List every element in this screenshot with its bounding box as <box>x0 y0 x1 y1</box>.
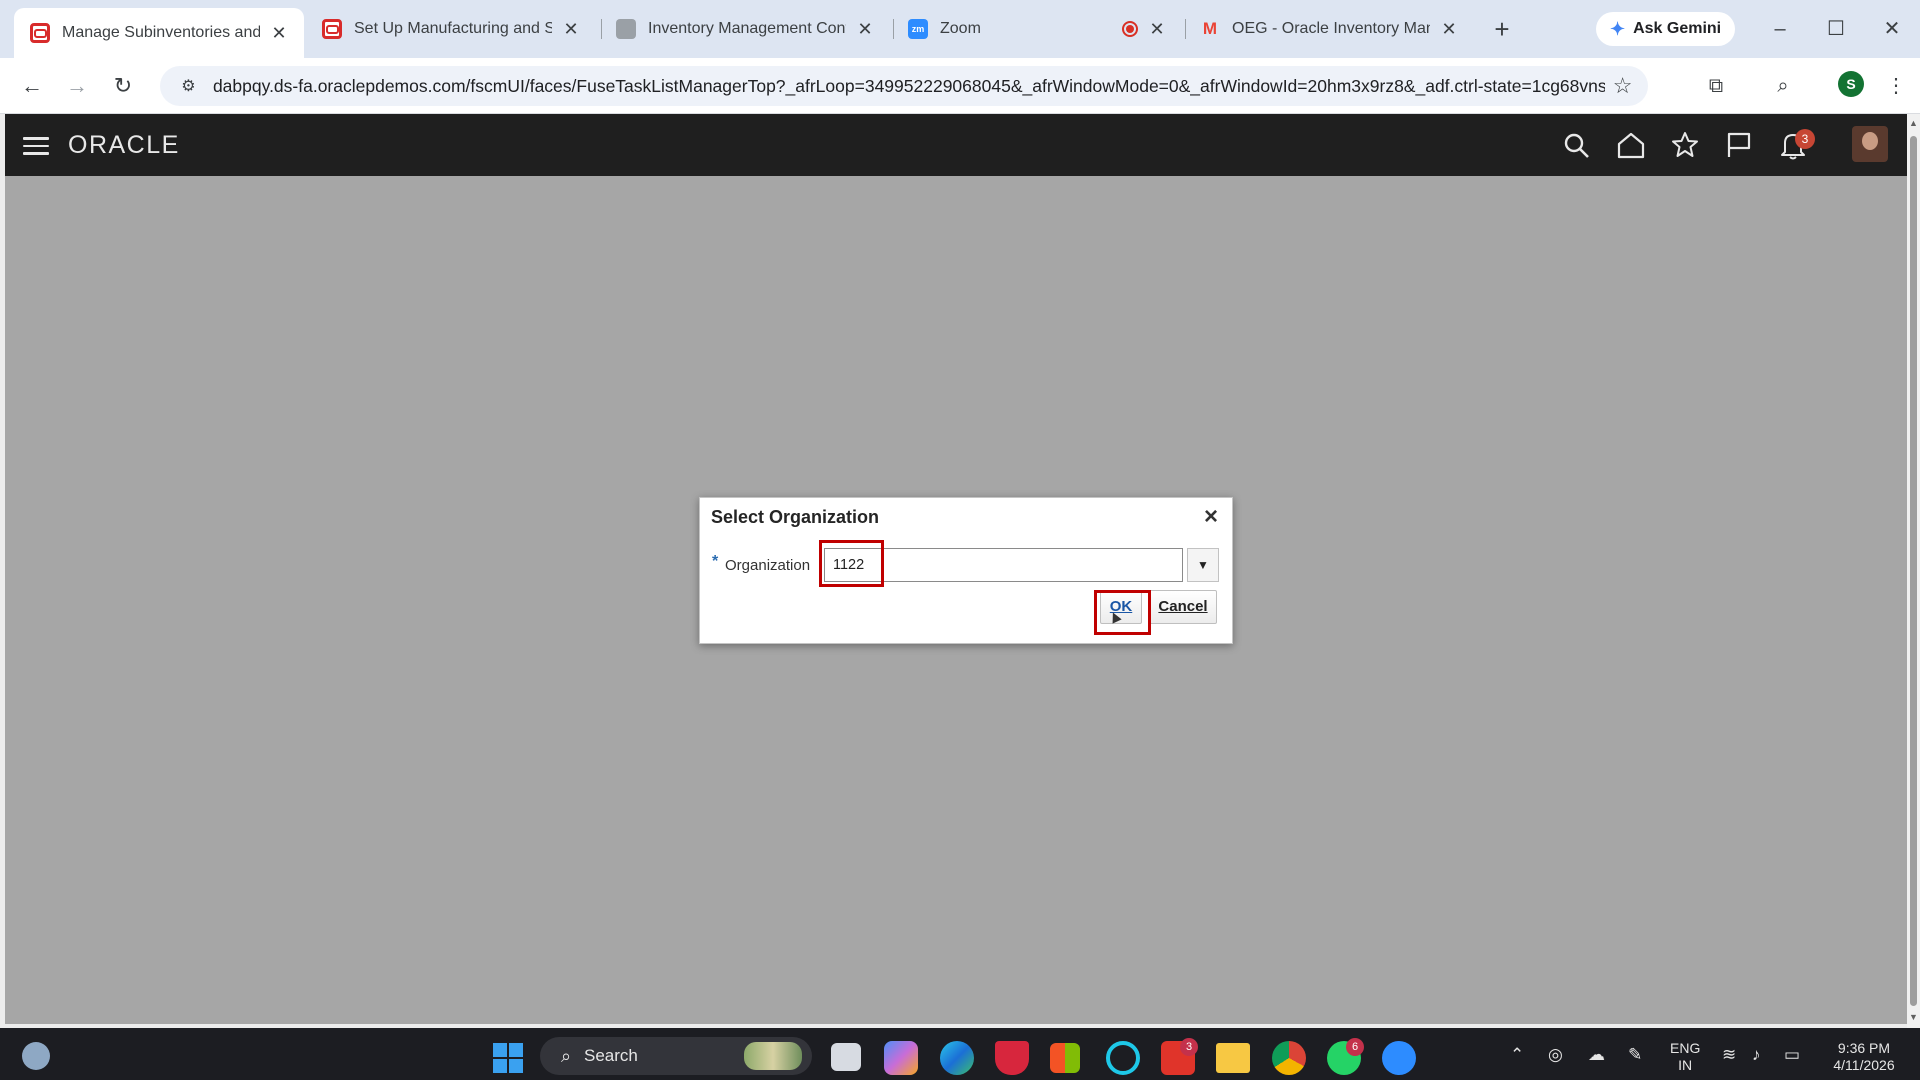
sync-icon[interactable]: ◎ <box>1548 1045 1563 1065</box>
language-code: ENG <box>1670 1040 1701 1056</box>
new-tab-button[interactable]: + <box>1486 14 1518 46</box>
bookmark-star-icon[interactable]: ☆ <box>1605 73 1640 99</box>
lens-app-badge: 3 <box>1180 1038 1198 1056</box>
zoom-icon[interactable] <box>1382 1041 1416 1075</box>
battery-icon[interactable]: ▭ <box>1784 1045 1800 1065</box>
dialog-title: Select Organization <box>711 507 880 527</box>
url-text[interactable]: dabpqy.ds-fa.oraclepdemos.com/fscmUI/fac… <box>213 76 1605 97</box>
reload-icon[interactable]: ↻ <box>107 70 139 102</box>
minimize-icon[interactable]: – <box>1760 14 1800 44</box>
hamburger-menu-icon[interactable] <box>23 137 49 155</box>
wifi-icon[interactable]: ≋ <box>1722 1045 1736 1065</box>
chevron-up-icon[interactable]: ⌃ <box>1510 1045 1524 1065</box>
flag-icon[interactable] <box>1723 130 1755 160</box>
notification-count-badge: 3 <box>1795 129 1815 149</box>
cancel-button[interactable]: Cancel <box>1149 590 1217 624</box>
microsoft-store-icon[interactable] <box>1050 1043 1080 1073</box>
oracle-icon <box>30 23 50 43</box>
organization-label: Organization <box>725 557 811 574</box>
search-icon: ⌕ <box>560 1045 572 1066</box>
user-avatar[interactable] <box>1852 126 1888 162</box>
favorites-star-icon[interactable] <box>1669 130 1701 160</box>
close-icon[interactable]: ✕ <box>560 18 582 40</box>
microphone-icon[interactable]: ✎ <box>1628 1045 1642 1065</box>
maximize-icon[interactable]: ☐ <box>1816 14 1856 44</box>
tab-title: Zoom <box>940 20 981 37</box>
more-menu-icon[interactable]: ⋮ <box>1882 72 1910 100</box>
oracle-icon <box>322 19 342 39</box>
home-icon[interactable] <box>1615 130 1647 160</box>
gmail-icon: M <box>1202 19 1218 38</box>
tab-title: Inventory Management Config <box>648 20 846 37</box>
forward-arrow-icon[interactable]: → <box>61 70 93 102</box>
close-icon[interactable]: ✕ <box>268 22 290 44</box>
browser-toolbar: ← → ↻ ⚙ dabpqy.ds-fa.oraclepdemos.com/fs… <box>0 58 1920 114</box>
search-highlight-image <box>744 1042 802 1070</box>
tab-inventory-management-config[interactable]: Inventory Management Config ✕ <box>600 8 890 50</box>
ask-gemini-button[interactable]: ✦ Ask Gemini <box>1596 12 1736 46</box>
tab-title: Set Up Manufacturing and Sup <box>354 20 552 37</box>
extensions-icon[interactable]: ⧉ <box>1702 72 1730 100</box>
tab-title: OEG - Oracle Inventory Manag <box>1232 20 1430 37</box>
scroll-up-arrow-icon[interactable]: ▲ <box>1907 118 1920 128</box>
close-icon[interactable]: × <box>1199 505 1223 529</box>
whatsapp-badge: 6 <box>1346 1038 1364 1056</box>
close-icon[interactable]: ✕ <box>1438 18 1460 40</box>
globe-icon <box>616 19 636 39</box>
address-bar[interactable]: ⚙ dabpqy.ds-fa.oraclepdemos.com/fscmUI/f… <box>160 66 1648 106</box>
clock-date: 4/11/2026 <box>1833 1057 1895 1073</box>
select-organization-dialog: Select Organization × * Organization 112… <box>699 497 1233 644</box>
window-close-icon[interactable]: ✕ <box>1872 14 1912 44</box>
scrollbar-thumb[interactable] <box>1910 136 1917 1006</box>
zoom-icon: zm <box>908 19 928 39</box>
gemini-label: Ask Gemini <box>1633 20 1722 37</box>
gemini-sparkle-icon: ✦ <box>1610 18 1626 39</box>
back-arrow-icon[interactable]: ← <box>16 70 48 102</box>
close-icon[interactable]: ✕ <box>1146 18 1168 40</box>
mcafee-icon[interactable] <box>995 1041 1029 1075</box>
system-clock[interactable]: 9:36 PM 4/11/2026 <box>1828 1040 1900 1074</box>
scroll-down-arrow-icon[interactable]: ▼ <box>1907 1012 1920 1022</box>
input-language-indicator[interactable]: ENG IN <box>1670 1040 1700 1074</box>
taskbar-search-box[interactable]: ⌕ Search <box>540 1037 812 1075</box>
site-settings-icon[interactable]: ⚙ <box>172 76 205 96</box>
tab-set-up-manufacturing[interactable]: Set Up Manufacturing and Sup ✕ <box>306 8 596 50</box>
edge-browser-icon[interactable] <box>940 1041 974 1075</box>
organization-dropdown-button[interactable]: ▼ <box>1187 548 1219 582</box>
windows-start-icon[interactable] <box>493 1043 523 1073</box>
tab-title: Manage Subinventories and Lo <box>62 24 260 41</box>
tab-zoom[interactable]: zm Zoom ✕ <box>892 8 1182 50</box>
tab-oeg-oracle-inventory[interactable]: M OEG - Oracle Inventory Manag ✕ <box>1184 8 1474 50</box>
ok-highlight-box <box>1094 590 1151 635</box>
region-code: IN <box>1678 1057 1693 1073</box>
clock-time: 9:36 PM <box>1837 1040 1891 1056</box>
page-scrollbar[interactable]: ▲ ▼ <box>1907 114 1920 1028</box>
chrome-icon[interactable] <box>1272 1041 1306 1075</box>
alexa-icon[interactable] <box>1106 1041 1140 1075</box>
chevron-down-icon: ▼ <box>1197 558 1209 572</box>
screen-search-icon[interactable]: ⌕ <box>1769 72 1797 100</box>
organization-highlight-box <box>819 540 884 587</box>
task-view-icon[interactable] <box>831 1043 861 1071</box>
browser-tab-strip: Manage Subinventories and Lo ✕ Set Up Ma… <box>0 0 1920 58</box>
tab-manage-subinventories[interactable]: Manage Subinventories and Lo ✕ <box>14 8 304 58</box>
volume-icon[interactable]: ♪ <box>1752 1045 1761 1065</box>
onedrive-icon[interactable]: ☁ <box>1588 1045 1605 1065</box>
close-icon[interactable]: ✕ <box>854 18 876 40</box>
search-icon[interactable] <box>1561 130 1593 160</box>
file-explorer-icon[interactable] <box>1216 1043 1250 1073</box>
recording-icon <box>1122 21 1138 37</box>
taskbar-search-label: Search <box>584 1046 638 1065</box>
profile-avatar[interactable]: S <box>1838 71 1864 97</box>
copilot-icon[interactable] <box>884 1041 918 1075</box>
oracle-header: ORACLE <box>0 114 1920 176</box>
oracle-logo[interactable]: ORACLE <box>68 131 180 160</box>
required-indicator: * <box>712 553 719 570</box>
weather-widget-icon[interactable] <box>22 1042 50 1070</box>
